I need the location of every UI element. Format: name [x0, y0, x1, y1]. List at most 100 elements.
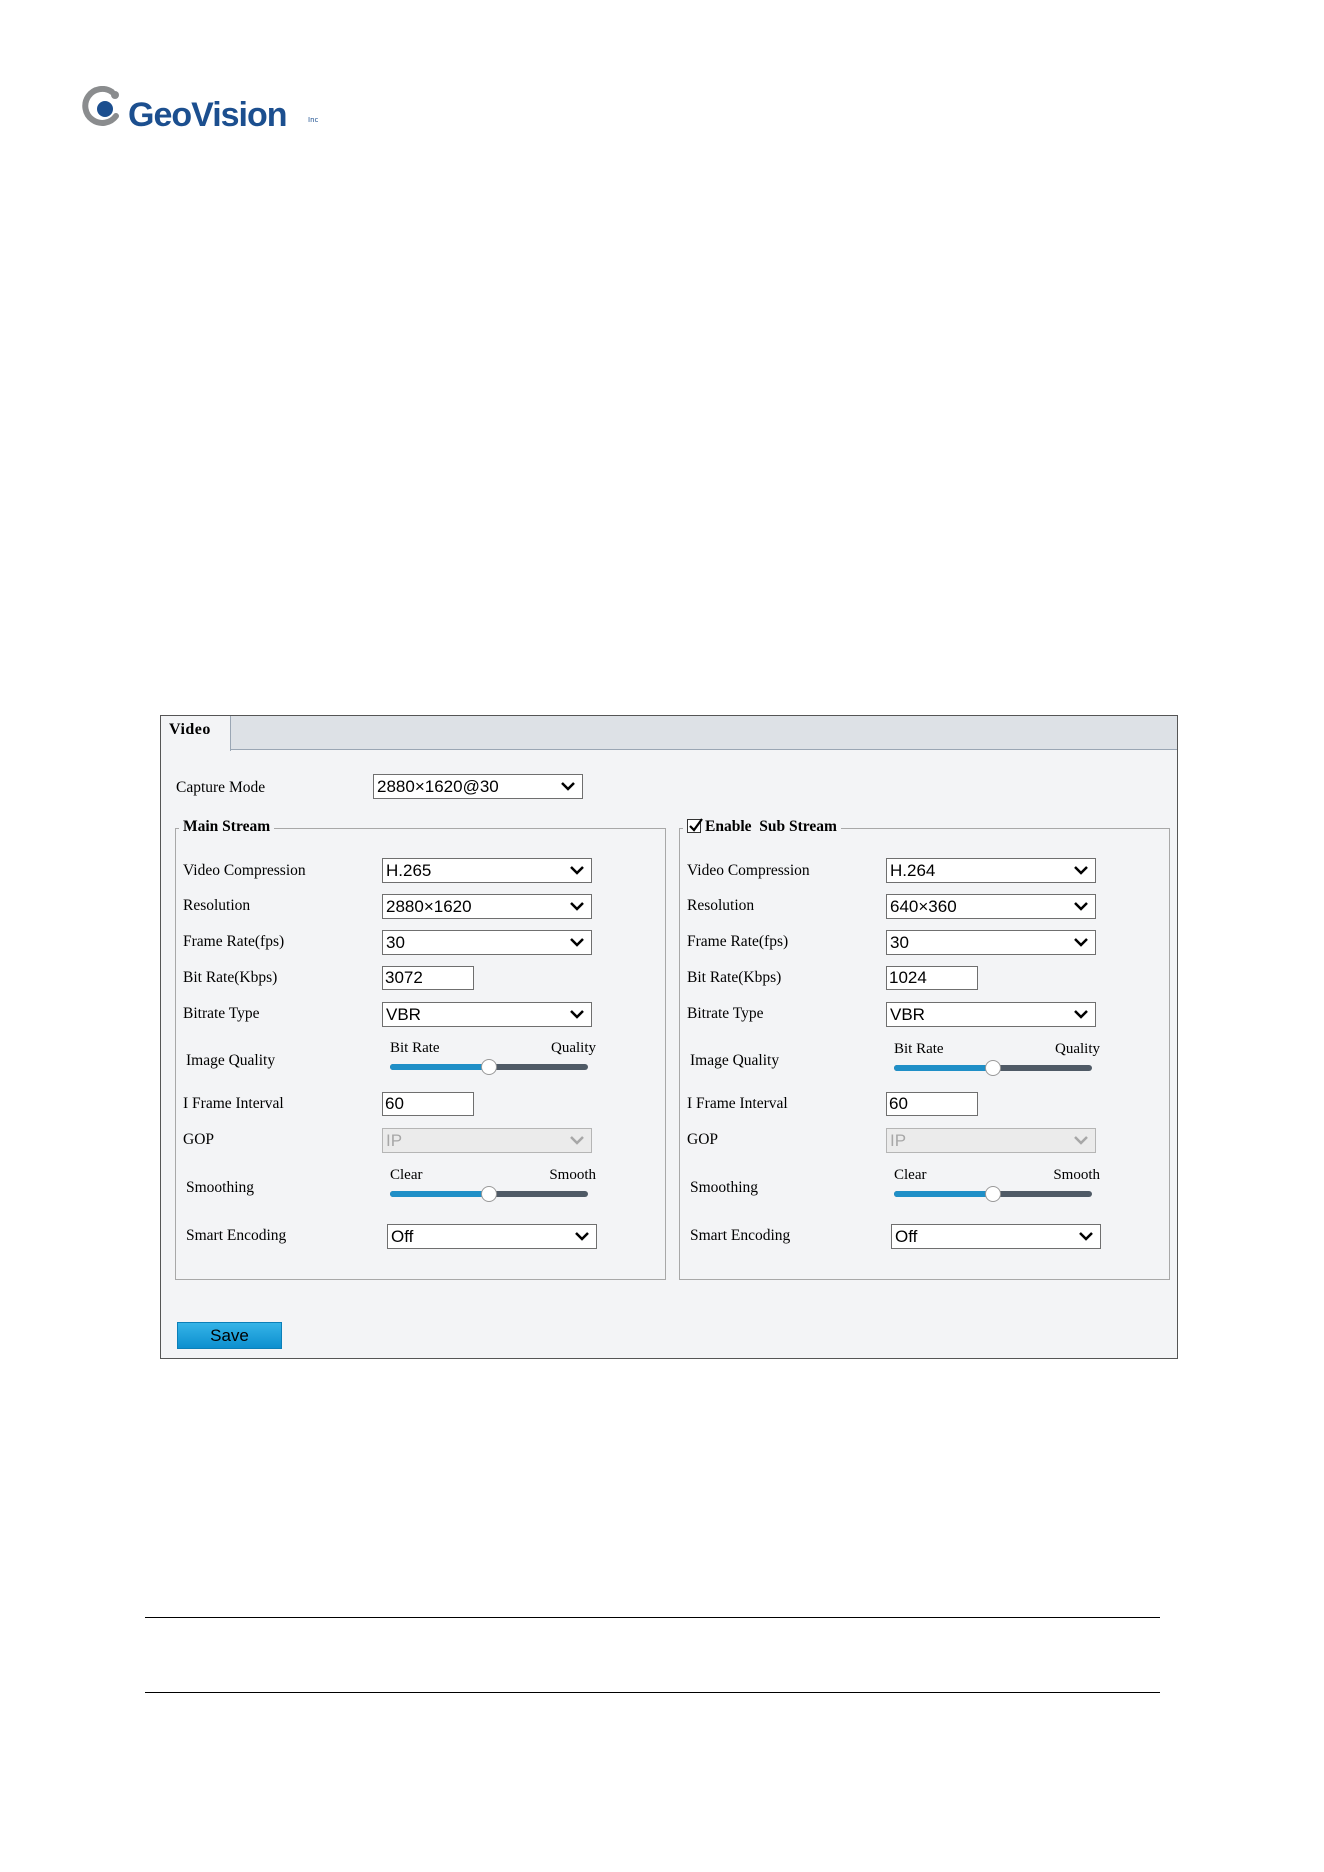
main-image-quality-slider[interactable]: Bit Rate Quality — [382, 1039, 596, 1075]
sub-i-frame-interval-label: I Frame Interval — [687, 1095, 788, 1112]
save-button[interactable]: Save — [177, 1322, 282, 1349]
slider-thumb[interactable] — [481, 1186, 497, 1202]
main-resolution-select[interactable]: 2880×1620 — [382, 894, 592, 919]
main-smart-encoding-label: Smart Encoding — [186, 1227, 287, 1244]
main-smoothing-label: Smoothing — [186, 1179, 255, 1196]
main-gop-label: GOP — [183, 1131, 215, 1148]
video-settings-panel: Video Capture Mode 2880×1620@30 Main Str… — [160, 715, 1178, 1359]
chevron-down-icon — [1074, 1010, 1088, 1019]
chevron-down-icon — [1074, 1136, 1088, 1145]
main-frame-rate-value: 30 — [386, 933, 405, 952]
slider-min-label: Clear — [390, 1167, 423, 1183]
main-gop-value: IP — [386, 1131, 403, 1150]
slider-max-label: Smooth — [1053, 1167, 1100, 1183]
chevron-down-icon — [575, 1232, 589, 1241]
sub-smoothing-slider[interactable]: Clear Smooth — [886, 1166, 1100, 1202]
main-bitrate-type-value: VBR — [386, 1005, 421, 1024]
logo-trademark: Inc — [308, 116, 319, 124]
main-stream-title: Main Stream — [179, 818, 275, 836]
sub-stream-title: Enable Sub Stream — [705, 818, 837, 835]
sub-video-compression-select[interactable]: H.264 — [886, 858, 1096, 883]
sub-resolution-select[interactable]: 640×360 — [886, 894, 1096, 919]
sub-bit-rate-label: Bit Rate(Kbps) — [687, 969, 782, 986]
main-smart-encoding-select[interactable]: Off — [387, 1224, 597, 1249]
main-video-compression-value: H.265 — [386, 861, 432, 880]
enable-sub-stream-checkbox[interactable] — [687, 818, 703, 833]
slider-max-label: Quality — [551, 1040, 596, 1056]
main-resolution-label: Resolution — [183, 897, 251, 914]
chevron-down-icon — [570, 902, 584, 911]
slider-min-label: Bit Rate — [390, 1040, 440, 1056]
slider-fill — [894, 1065, 993, 1071]
slider-max-label: Smooth — [549, 1167, 596, 1183]
slider-min-label: Clear — [894, 1167, 927, 1183]
sub-resolution-value: 640×360 — [890, 897, 957, 916]
sub-stream-header: Enable Sub Stream — [683, 818, 841, 836]
sub-gop-select: IP — [886, 1128, 1096, 1153]
page-divider-bottom — [145, 1692, 1160, 1693]
sub-bitrate-type-select[interactable]: VBR — [886, 1002, 1096, 1027]
slider-min-label: Bit Rate — [894, 1041, 944, 1057]
sub-gop-label: GOP — [687, 1131, 719, 1148]
sub-i-frame-interval-input[interactable]: 60 — [886, 1092, 978, 1116]
tab-bar: Video — [161, 716, 1177, 751]
sub-smoothing-label: Smoothing — [690, 1179, 759, 1196]
logo-text: GeoVision — [128, 96, 288, 134]
geovision-logo: GeoVision Inc — [82, 86, 318, 134]
chevron-down-icon — [1074, 938, 1088, 947]
sub-bitrate-type-value: VBR — [890, 1005, 925, 1024]
chevron-down-icon — [570, 938, 584, 947]
tab-video[interactable]: Video — [161, 716, 231, 751]
slider-fill — [390, 1064, 489, 1070]
sub-image-quality-slider[interactable]: Bit Rate Quality — [886, 1040, 1100, 1076]
sub-bit-rate-input[interactable]: 1024 — [886, 966, 978, 990]
capture-mode-value: 2880×1620@30 — [377, 777, 499, 796]
slider-thumb[interactable] — [985, 1186, 1001, 1202]
main-i-frame-interval-label: I Frame Interval — [183, 1095, 284, 1112]
sub-smart-encoding-select[interactable]: Off — [891, 1224, 1101, 1249]
slider-max-label: Quality — [1055, 1041, 1100, 1057]
sub-smart-encoding-value: Off — [895, 1227, 918, 1246]
main-video-compression-label: Video Compression — [183, 862, 306, 879]
slider-fill — [894, 1191, 993, 1197]
chevron-down-icon — [561, 782, 575, 791]
main-bitrate-type-label: Bitrate Type — [183, 1005, 260, 1022]
slider-thumb[interactable] — [481, 1059, 497, 1075]
main-bitrate-type-select[interactable]: VBR — [382, 1002, 592, 1027]
geovision-logo-mark-icon — [82, 86, 119, 126]
sub-stream-group: Enable Sub Stream Video Compression H.26… — [679, 818, 1170, 1280]
main-image-quality-label: Image Quality — [186, 1052, 276, 1069]
sub-frame-rate-label: Frame Rate(fps) — [687, 933, 789, 950]
main-video-compression-select[interactable]: H.265 — [382, 858, 592, 883]
main-bit-rate-input[interactable]: 3072 — [382, 966, 474, 990]
main-bit-rate-label: Bit Rate(Kbps) — [183, 969, 278, 986]
page-divider-top — [145, 1617, 1160, 1618]
main-smoothing-slider[interactable]: Clear Smooth — [382, 1166, 596, 1202]
sub-video-compression-label: Video Compression — [687, 862, 810, 879]
sub-video-compression-value: H.264 — [890, 861, 936, 880]
sub-gop-value: IP — [890, 1131, 907, 1150]
chevron-down-icon — [1074, 902, 1088, 911]
slider-thumb[interactable] — [985, 1060, 1001, 1076]
checkmark-icon — [689, 818, 703, 832]
chevron-down-icon — [1079, 1232, 1093, 1241]
sub-bitrate-type-label: Bitrate Type — [687, 1005, 764, 1022]
main-frame-rate-label: Frame Rate(fps) — [183, 933, 285, 950]
sub-resolution-label: Resolution — [687, 897, 755, 914]
main-i-frame-interval-input[interactable]: 60 — [382, 1092, 474, 1116]
capture-mode-label: Capture Mode — [176, 779, 266, 796]
sub-image-quality-label: Image Quality — [690, 1052, 780, 1069]
sub-frame-rate-select[interactable]: 30 — [886, 930, 1096, 955]
chevron-down-icon — [1074, 866, 1088, 875]
main-gop-select: IP — [382, 1128, 592, 1153]
main-frame-rate-select[interactable]: 30 — [382, 930, 592, 955]
chevron-down-icon — [570, 1010, 584, 1019]
sub-smart-encoding-label: Smart Encoding — [690, 1227, 791, 1244]
main-resolution-value: 2880×1620 — [386, 897, 472, 916]
sub-frame-rate-value: 30 — [890, 933, 909, 952]
main-smart-encoding-value: Off — [391, 1227, 414, 1246]
capture-mode-select[interactable]: 2880×1620@30 — [373, 774, 583, 799]
chevron-down-icon — [570, 1136, 584, 1145]
main-stream-group: Main Stream Video Compression H.265 Reso… — [175, 818, 666, 1280]
slider-fill — [390, 1191, 489, 1197]
